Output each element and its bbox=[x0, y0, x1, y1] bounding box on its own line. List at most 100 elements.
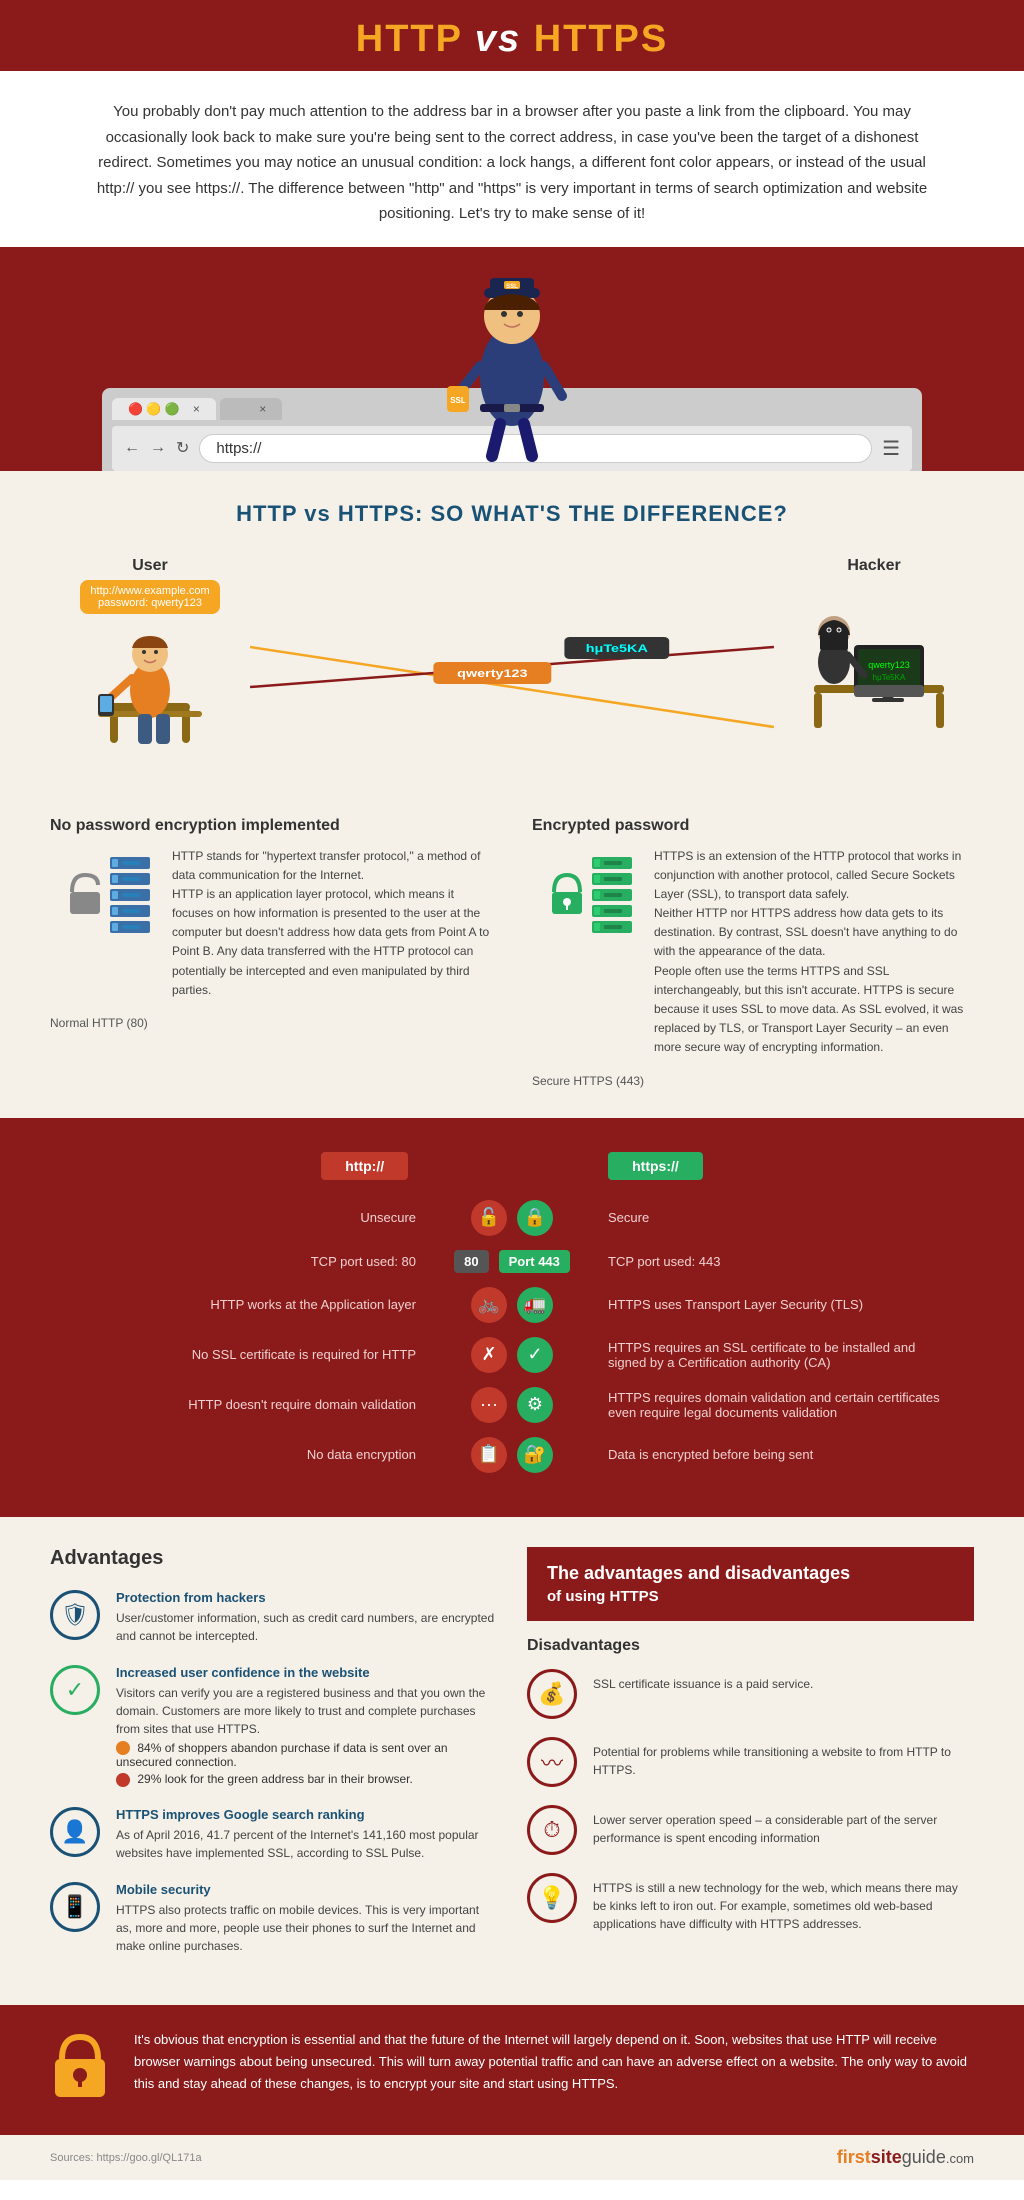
intro-section: You probably don't pay much attention to… bbox=[0, 71, 1024, 251]
disadvantage-item-2: 〰 Potential for problems while transitio… bbox=[527, 1737, 974, 1787]
table-row-1: Unsecure 🔓 🔒 Secure bbox=[80, 1200, 944, 1236]
wave-icon: 〰 bbox=[527, 1737, 577, 1787]
dots-icon: ··· bbox=[471, 1387, 507, 1423]
table-row-5: HTTP doesn't require domain validation ·… bbox=[80, 1387, 944, 1423]
row5-right: HTTPS requires domain validation and cer… bbox=[592, 1390, 944, 1420]
menu-button[interactable]: ☰ bbox=[882, 436, 900, 461]
police-figure: SSL SSL bbox=[432, 256, 592, 471]
table-row-6: No data encryption 📋 🔐 Data is encrypted… bbox=[80, 1437, 944, 1473]
pie-chart-29-icon bbox=[116, 1773, 130, 1787]
disadvantage-3-text: Lower server operation speed – a conside… bbox=[593, 1805, 974, 1847]
row3-right: HTTPS uses Transport Layer Security (TLS… bbox=[592, 1297, 944, 1312]
user-speech-bubble: http://www.example.com password: qwerty1… bbox=[80, 580, 219, 614]
browser-tab-2[interactable]: × bbox=[220, 398, 282, 420]
intro-text: You probably don't pay much attention to… bbox=[80, 99, 944, 227]
row2-icons: 80 Port 443 bbox=[432, 1250, 592, 1273]
advantage-item-1: 🛡 Protection from hackers User/customer … bbox=[50, 1590, 497, 1645]
row4-icons: ✗ ✓ bbox=[432, 1337, 592, 1373]
shield-icon: 🛡 bbox=[50, 1590, 100, 1640]
no-encryption-title: No password encryption implemented bbox=[50, 817, 492, 835]
hacker-side: Hacker qwerty123 hμTe5KA bbox=[774, 557, 974, 735]
row1-icons: 🔓 🔒 bbox=[432, 1200, 592, 1236]
footer-section: It's obvious that encryption is essentia… bbox=[0, 2005, 1024, 2135]
http-lock-open-icon: 🔓 bbox=[471, 1200, 507, 1236]
https-column: Encrypted password bbox=[532, 817, 974, 1088]
brand-com: .com bbox=[946, 2151, 974, 2166]
https-description: HTTPS is an extension of the HTTP protoc… bbox=[654, 847, 974, 1066]
svg-text:hμTe5KA: hμTe5KA bbox=[873, 673, 906, 682]
disadvantage-4-text: HTTPS is still a new technology for the … bbox=[593, 1873, 974, 1933]
settings-icon: ⚙ bbox=[517, 1387, 553, 1423]
footer-text: It's obvious that encryption is essentia… bbox=[134, 2029, 974, 2095]
advantage-item-4: 📱 Mobile security HTTPS also protects tr… bbox=[50, 1882, 497, 1955]
row1-left: Unsecure bbox=[80, 1210, 432, 1225]
advantage-3-text: HTTPS improves Google search ranking As … bbox=[116, 1807, 497, 1862]
arrows-area: qwerty123 hμTe5KA bbox=[250, 607, 774, 767]
person-search-icon: 👤 bbox=[50, 1807, 100, 1857]
brand-guide: guide bbox=[902, 2147, 946, 2167]
advantage-2-text: Increased user confidence in the website… bbox=[116, 1665, 497, 1788]
row3-left: HTTP works at the Application layer bbox=[80, 1297, 432, 1312]
encrypted-title: Encrypted password bbox=[532, 817, 974, 835]
http-description: HTTP stands for "hypertext transfer prot… bbox=[172, 847, 492, 1009]
page-title: HTTP vs HTTPS bbox=[10, 18, 1014, 61]
disadvantages-subtitle: Disadvantages bbox=[527, 1637, 974, 1655]
advantages-disadvantages-section: Advantages 🛡 Protection from hackers Use… bbox=[0, 1517, 1024, 2006]
refresh-button[interactable]: ↻ bbox=[176, 438, 189, 458]
row6-right: Data is encrypted before being sent bbox=[592, 1447, 944, 1462]
clock-icon: ⏱ bbox=[527, 1805, 577, 1855]
footer-source: Sources: https://goo.gl/QL171a bbox=[50, 2152, 202, 2164]
difference-content: User http://www.example.com password: qw… bbox=[50, 557, 974, 767]
svg-text:qwerty123: qwerty123 bbox=[868, 660, 910, 670]
http-server-graphic bbox=[50, 847, 160, 952]
brand-site: site bbox=[871, 2147, 902, 2167]
disadvantage-2-text: Potential for problems while transitioni… bbox=[593, 1737, 974, 1779]
page-header: HTTP vs HTTPS bbox=[0, 0, 1024, 71]
footer-brand: firstsiteguide.com bbox=[837, 2147, 974, 2168]
row5-left: HTTP doesn't require domain validation bbox=[80, 1397, 432, 1412]
pie-chart-84-icon bbox=[116, 1741, 130, 1755]
row4-right: HTTPS requires an SSL certificate to be … bbox=[592, 1340, 944, 1370]
address-text: https:// bbox=[216, 440, 261, 457]
advantage-item-3: 👤 HTTPS improves Google search ranking A… bbox=[50, 1807, 497, 1862]
comparison-table-section: http:// https:// Unsecure 🔓 🔒 Secure TCP… bbox=[0, 1122, 1024, 1517]
encrypt-icon: 🔐 bbox=[517, 1437, 553, 1473]
https-table-header: https:// bbox=[608, 1152, 703, 1180]
user-side: User http://www.example.com password: qw… bbox=[50, 557, 250, 753]
http-port-label: Normal HTTP (80) bbox=[50, 1016, 492, 1030]
difference-title: HTTP vs HTTPS: SO WHAT'S THE DIFFERENCE? bbox=[50, 501, 974, 527]
http-https-comparison: No password encryption implemented bbox=[0, 797, 1024, 1118]
truck-icon: 🚛 bbox=[517, 1287, 553, 1323]
browser-tab-1[interactable]: 🔴 🟡 🟢 × bbox=[112, 398, 216, 420]
row2-left: TCP port used: 80 bbox=[80, 1254, 432, 1269]
checkmark-icon: ✓ bbox=[50, 1665, 100, 1715]
https-server-graphic bbox=[532, 847, 642, 952]
https-lock-icon: 🔒 bbox=[517, 1200, 553, 1236]
bicycle-icon: 🚲 bbox=[471, 1287, 507, 1323]
footer-lock-icon bbox=[50, 2029, 110, 2111]
http-table-header: http:// bbox=[321, 1152, 408, 1180]
row5-icons: ··· ⚙ bbox=[432, 1387, 592, 1423]
user-label: User bbox=[50, 557, 250, 575]
disadvantage-item-3: ⏱ Lower server operation speed – a consi… bbox=[527, 1805, 974, 1855]
port-443-badge: Port 443 bbox=[499, 1250, 570, 1273]
forward-button[interactable]: → bbox=[150, 439, 166, 457]
port-80-badge: 80 bbox=[454, 1250, 488, 1273]
svg-text:hμTe5KA: hμTe5KA bbox=[586, 641, 648, 654]
disadvantage-1-text: SSL certificate issuance is a paid servi… bbox=[593, 1669, 813, 1693]
https-port-label: Secure HTTPS (443) bbox=[532, 1074, 974, 1088]
table-row-4: No SSL certificate is required for HTTP … bbox=[80, 1337, 944, 1373]
advantage-4-text: Mobile security HTTPS also protects traf… bbox=[116, 1882, 497, 1955]
row6-left: No data encryption bbox=[80, 1447, 432, 1462]
lightbulb-icon: 💡 bbox=[527, 1873, 577, 1923]
disadvantage-item-1: 💰 SSL certificate issuance is a paid ser… bbox=[527, 1669, 974, 1719]
svg-text:SSL: SSL bbox=[506, 284, 518, 290]
svg-text:qwerty123: qwerty123 bbox=[457, 666, 527, 679]
mobile-icon: 📱 bbox=[50, 1882, 100, 1932]
table-row-3: HTTP works at the Application layer 🚲 🚛 … bbox=[80, 1287, 944, 1323]
footer-bottom: Sources: https://goo.gl/QL171a firstsite… bbox=[0, 2135, 1024, 2180]
cross-icon: ✗ bbox=[471, 1337, 507, 1373]
back-button[interactable]: ← bbox=[124, 439, 140, 457]
difference-section: HTTP vs HTTPS: SO WHAT'S THE DIFFERENCE?… bbox=[0, 471, 1024, 797]
advantages-title: Advantages bbox=[50, 1547, 497, 1570]
